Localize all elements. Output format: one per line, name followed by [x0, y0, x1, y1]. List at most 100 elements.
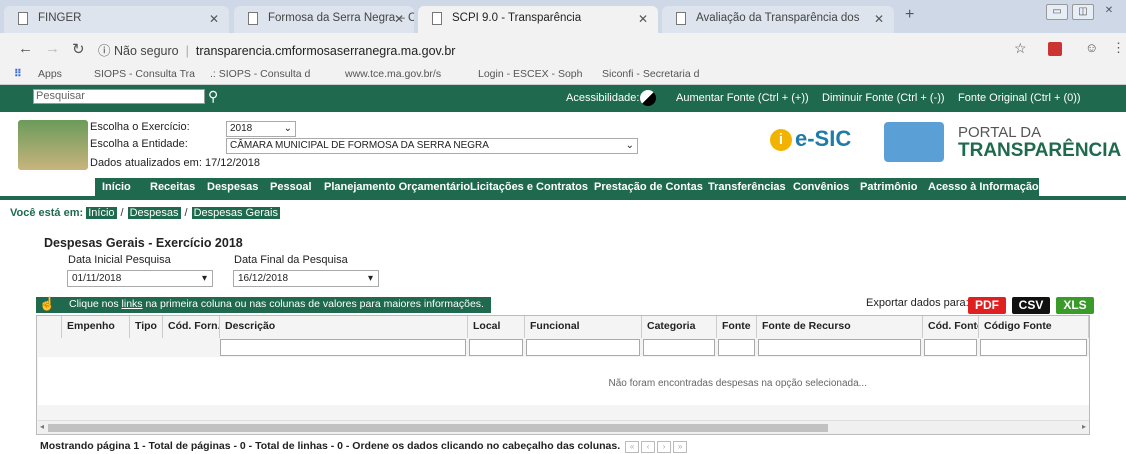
horizontal-scrollbar[interactable]: ◂ ▸ [38, 420, 1089, 434]
breadcrumb-despesas[interactable]: Despesas [127, 207, 181, 219]
column-header-descricao[interactable]: Descrição [220, 316, 468, 338]
menu-item-patrimonio[interactable]: Patrimônio [860, 181, 917, 193]
search-icon[interactable]: ⚲ [208, 88, 218, 105]
menu-icon[interactable]: ⋮ [1112, 40, 1125, 56]
caret-down-icon: ▾ [367, 273, 373, 284]
menu-item-inicio[interactable]: Início [102, 181, 131, 193]
column-header-fonte-recurso[interactable]: Fonte de Recurso [757, 316, 923, 338]
close-window-icon[interactable]: ✕ [1098, 4, 1120, 20]
filter-fonte-recurso-input[interactable] [758, 339, 921, 356]
bookmarks-bar: ⠿ Apps SIOPS - Consulta Tra .: SIOPS - C… [0, 64, 1126, 85]
filter-cod-fonte-input[interactable] [924, 339, 977, 356]
browser-tab[interactable]: FINGER ✕ [4, 6, 229, 33]
browser-tab[interactable]: Avaliação da Transparência dos ✕ [662, 6, 894, 33]
info-link[interactable]: links [122, 298, 143, 310]
column-header-fonte[interactable]: Fonte [717, 316, 757, 338]
close-tab-icon[interactable]: ✕ [638, 12, 648, 26]
column-header-empenho[interactable]: Empenho [62, 316, 130, 338]
bookmark-item[interactable]: SIOPS - Consulta Tra [94, 68, 195, 80]
minimize-icon[interactable]: ▭ [1046, 4, 1068, 20]
new-tab-icon[interactable]: + [905, 6, 914, 24]
menu-item-transferencias[interactable]: Transferências [708, 181, 786, 193]
column-header-local[interactable]: Local [468, 316, 525, 338]
extension-icon[interactable] [1048, 42, 1062, 56]
info-icon: i [770, 129, 792, 152]
portal-title-line2: TRANSPARÊNCIA [958, 140, 1122, 161]
exercise-select[interactable]: 2018 ⌄ [226, 121, 296, 137]
maximize-icon[interactable]: ◫ [1072, 4, 1094, 20]
column-header-funcional[interactable]: Funcional [525, 316, 642, 338]
column-header-cod-fonte[interactable]: Cód. Fonte [923, 316, 979, 338]
menu-item-prestacao[interactable]: Prestação de Contas [594, 181, 703, 193]
next-page-icon[interactable]: › [657, 441, 672, 453]
browser-tab-active[interactable]: SCPI 9.0 - Transparência ✕ [418, 6, 658, 33]
increase-font-link[interactable]: Aumentar Fonte (Ctrl + (+)) [676, 92, 809, 104]
menu-item-planejamento[interactable]: Planejamento Orçamentário [324, 181, 470, 193]
bookmark-item[interactable]: www.tce.ma.gov.br/s [345, 68, 441, 80]
address-bar: ← → ↻ ⓘ Não seguro | transparencia.cmformo… [0, 33, 1126, 64]
pagination-footer: Mostrando página 1 - Total de páginas - … [40, 440, 688, 453]
menu-item-pessoal[interactable]: Pessoal [270, 181, 312, 193]
filter-descricao-input[interactable] [220, 339, 466, 356]
filter-fonte-input[interactable] [718, 339, 755, 356]
start-date-select[interactable]: 01/11/2018 ▾ [67, 270, 213, 287]
entity-select[interactable]: CÂMARA MUNICIPAL DE FORMOSA DA SERRA NEG… [226, 138, 638, 154]
city-logo [18, 120, 88, 170]
breadcrumb-inicio[interactable]: Início [86, 207, 117, 219]
search-input[interactable]: Pesquisar [33, 89, 205, 104]
browser-tab[interactable]: Formosa da Serra Negra – Câma✕ [234, 6, 414, 33]
bookmark-item[interactable]: .: SIOPS - Consulta d [210, 68, 310, 80]
bookmark-item[interactable]: Apps [38, 68, 62, 80]
scrollbar-thumb[interactable] [48, 424, 828, 432]
bookmark-item[interactable]: Login - ESCEX - Soph [478, 68, 582, 80]
column-header-cod-forn[interactable]: Cód. Forn. [163, 316, 220, 338]
exercise-label: Escolha o Exercício: [90, 121, 190, 133]
esic-logo[interactable]: i e-SIC [770, 126, 851, 152]
url-field[interactable]: ⓘ Não seguro | transparencia.cmformosaserr… [98, 40, 455, 59]
end-date-select[interactable]: 16/12/2018 ▾ [233, 270, 379, 287]
export-xls-button[interactable]: XLS [1056, 297, 1094, 314]
breadcrumb-despesas-gerais[interactable]: Despesas Gerais [191, 207, 280, 219]
caret-down-icon: ▾ [201, 273, 207, 284]
back-icon[interactable]: ← [18, 40, 33, 57]
contrast-icon[interactable] [640, 90, 656, 106]
close-tab-icon[interactable]: ✕ [209, 12, 219, 26]
reload-icon[interactable]: ↻ [72, 40, 85, 58]
bookmark-star-icon[interactable]: ☆ [1014, 40, 1027, 57]
breadcrumb: Você está em: Início / Despesas / Despesas G… [10, 207, 280, 219]
first-page-icon[interactable]: « [625, 441, 640, 453]
column-header-categoria[interactable]: Categoria [642, 316, 717, 338]
forward-icon[interactable]: → [45, 40, 60, 57]
page-icon [248, 12, 258, 25]
entity-label: Escolha a Entidade: [90, 138, 188, 150]
end-date-label: Data Final da Pesquisa [234, 254, 348, 266]
export-pdf-button[interactable]: PDF [968, 297, 1006, 314]
menu-item-despesas[interactable]: Despesas [207, 181, 258, 193]
decrease-font-link[interactable]: Diminuir Fonte (Ctrl + (-)) [822, 92, 945, 104]
filter-funcional-input[interactable] [526, 339, 640, 356]
menu-item-licitacoes[interactable]: Licitações e Contratos [470, 181, 588, 193]
filter-local-input[interactable] [469, 339, 523, 356]
empty-message: Não foram encontradas despesas na opção … [38, 357, 1089, 405]
column-header-tipo[interactable]: Tipo [130, 316, 163, 338]
scroll-right-icon[interactable]: ▸ [1082, 422, 1086, 431]
last-page-icon[interactable]: » [673, 441, 688, 453]
start-date-label: Data Inicial Pesquisa [68, 254, 171, 266]
accessibility-label: Acessibilidade: [566, 92, 640, 104]
export-csv-button[interactable]: CSV [1012, 297, 1050, 314]
column-header-codigo-fonte[interactable]: Código Fonte [979, 316, 1089, 338]
menu-item-convenios[interactable]: Convênios [793, 181, 849, 193]
filter-codigo-fonte-input[interactable] [980, 339, 1087, 356]
filter-categoria-input[interactable] [643, 339, 715, 356]
portal-title-line1: PORTAL DA [958, 124, 1042, 141]
close-tab-icon[interactable]: ✕ [874, 12, 884, 26]
profile-icon[interactable]: ☺ [1085, 40, 1098, 55]
bookmark-item[interactable]: Siconfi - Secretaria d [602, 68, 699, 80]
apps-icon[interactable]: ⠿ [14, 68, 22, 80]
original-font-link[interactable]: Fonte Original (Ctrl + (0)) [958, 92, 1081, 104]
close-tab-icon[interactable]: ✕ [394, 12, 404, 26]
menu-item-acesso[interactable]: Acesso à Informação [928, 181, 1039, 193]
menu-item-receitas[interactable]: Receitas [150, 181, 195, 193]
scroll-left-icon[interactable]: ◂ [40, 422, 44, 431]
prev-page-icon[interactable]: ‹ [641, 441, 656, 453]
